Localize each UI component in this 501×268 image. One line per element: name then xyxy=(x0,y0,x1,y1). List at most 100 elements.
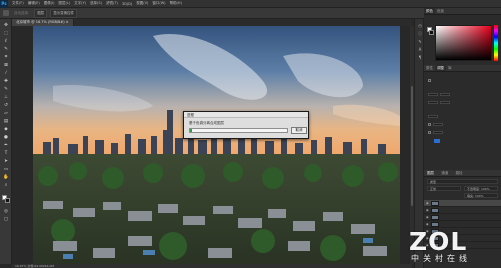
visibility-eye-icon[interactable]: ◉ xyxy=(426,236,429,240)
property-input[interactable] xyxy=(433,122,443,126)
layer-row[interactable]: ◉ xyxy=(424,221,501,228)
tab-properties[interactable]: 属性 xyxy=(424,65,435,71)
menu-filter[interactable]: 滤镜(T) xyxy=(106,1,118,6)
menu-window[interactable]: 窗口(W) xyxy=(152,1,165,6)
layer-row[interactable]: ◉ xyxy=(424,228,501,235)
gradient-icon[interactable]: ▤ xyxy=(3,119,9,124)
layer-row[interactable]: ◉ xyxy=(424,200,501,207)
document-tab[interactable]: 北京城市 @ 16.7% (RGB/8#) × xyxy=(12,19,74,26)
healing-brush-icon[interactable]: ✚ xyxy=(3,79,9,84)
brush-panel-icon[interactable]: ✎ xyxy=(417,39,423,44)
property-row xyxy=(428,92,450,96)
opacity-field[interactable]: 不透明度: 100% xyxy=(464,186,498,191)
color-panel-background[interactable] xyxy=(429,30,434,35)
layers-panel-tabs: 图层 通道 路径 xyxy=(424,170,501,177)
marquee-icon[interactable]: ⬚ xyxy=(3,31,9,36)
property-input[interactable] xyxy=(440,92,450,96)
layer-thumbnail xyxy=(431,207,439,213)
frame-icon[interactable]: ⊠ xyxy=(3,63,9,68)
property-input[interactable] xyxy=(428,92,438,96)
cancel-button[interactable]: 取消 xyxy=(291,127,307,134)
tab-color[interactable]: 颜色 xyxy=(424,8,435,14)
crop-icon[interactable]: ⌗ xyxy=(3,55,9,60)
property-row xyxy=(428,122,443,126)
move-tool-icon[interactable] xyxy=(3,10,9,16)
visibility-eye-icon[interactable]: ◉ xyxy=(426,208,429,212)
paragraph-panel-icon[interactable]: ¶ xyxy=(417,55,423,60)
path-select-icon[interactable]: ➤ xyxy=(3,159,9,164)
quick-mask-icon[interactable]: ◎ xyxy=(3,209,9,214)
type-icon[interactable]: T xyxy=(3,151,9,156)
visibility-eye-icon[interactable]: ◉ xyxy=(426,215,429,219)
eyedropper-icon[interactable]: ⁄ xyxy=(3,71,9,76)
history-brush-icon[interactable]: ↺ xyxy=(3,103,9,108)
pen-icon[interactable]: ✒ xyxy=(3,143,9,148)
progress-bar xyxy=(189,128,288,133)
tab-adjustments[interactable]: 调整 xyxy=(435,65,446,71)
hand-icon[interactable]: ✋ xyxy=(3,175,9,180)
hue-slider[interactable] xyxy=(494,25,498,61)
canvas-area[interactable] xyxy=(12,26,412,264)
dodge-icon[interactable]: ● xyxy=(3,135,9,140)
menu-edit[interactable]: 编辑(E) xyxy=(28,1,40,6)
property-checkbox[interactable] xyxy=(428,122,431,126)
layer-thumbnail xyxy=(431,235,439,241)
move-icon[interactable]: ✥ xyxy=(3,23,9,28)
layer-row[interactable]: ◉ xyxy=(424,242,501,249)
background-color-swatch[interactable] xyxy=(5,198,10,203)
color-panel-tabs: 颜色 色板 xyxy=(424,8,501,15)
menu-select[interactable]: 选择(S) xyxy=(90,1,102,6)
property-input[interactable] xyxy=(433,130,443,134)
property-row xyxy=(428,114,438,118)
menu-3d[interactable]: 3D(D) xyxy=(122,2,132,6)
menu-bar: Ps 文件(F) 编辑(E) 图像(I) 图层(L) 文字(Y) 选择(S) 滤… xyxy=(0,0,501,8)
menu-type[interactable]: 文字(Y) xyxy=(74,1,86,6)
zoom-icon[interactable]: ⌕ xyxy=(3,183,9,188)
brush-icon[interactable]: ✎ xyxy=(3,87,9,92)
tab-channels[interactable]: 通道 xyxy=(438,171,451,175)
menu-view[interactable]: 视图(V) xyxy=(136,1,148,6)
tab-paths[interactable]: 路径 xyxy=(453,171,466,175)
visibility-eye-icon[interactable]: ◉ xyxy=(426,201,429,205)
properties-action-button[interactable] xyxy=(434,139,440,143)
layer-row[interactable]: ◉ xyxy=(424,214,501,221)
layer-thumbnail xyxy=(431,242,439,248)
quick-select-icon[interactable]: ✎ xyxy=(3,47,9,52)
rectangle-icon[interactable]: ▭ xyxy=(3,167,9,172)
clone-stamp-icon[interactable]: ⊥ xyxy=(3,95,9,100)
layer-filter-select[interactable]: 类型 xyxy=(427,179,498,184)
auto-select-label: 自动选择: xyxy=(14,10,30,15)
layer-row[interactable]: ◉ xyxy=(424,235,501,242)
menu-layer[interactable]: 图层(L) xyxy=(58,1,70,6)
menu-image[interactable]: 图像(I) xyxy=(44,1,55,6)
fill-field[interactable]: 填充: 100% xyxy=(464,193,498,198)
layer-row[interactable]: ◉ xyxy=(424,207,501,214)
status-bar: 16.67% 文档:64.0M/64.0M xyxy=(12,264,412,268)
scrollbar-thumb[interactable] xyxy=(411,86,413,206)
character-panel-icon[interactable]: A xyxy=(417,47,423,52)
property-input[interactable] xyxy=(428,114,438,118)
screen-mode-icon[interactable]: ▢ xyxy=(3,217,9,222)
visibility-eye-icon[interactable]: ◉ xyxy=(426,229,429,233)
menu-help[interactable]: 帮助(H) xyxy=(170,1,182,6)
blend-mode-select[interactable]: 正常 xyxy=(427,186,461,191)
tab-libraries[interactable]: 库 xyxy=(446,65,454,71)
info-panel-icon[interactable]: ⓘ xyxy=(417,31,423,36)
blur-icon[interactable]: ◆ xyxy=(3,127,9,132)
lasso-icon[interactable]: ℓ xyxy=(3,39,9,44)
property-checkbox[interactable] xyxy=(428,130,431,134)
visibility-eye-icon[interactable]: ◉ xyxy=(426,222,429,226)
menu-file[interactable]: 文件(F) xyxy=(12,1,24,6)
document-tab-bar: 北京城市 @ 16.7% (RGB/8#) × xyxy=(12,19,412,26)
eraser-icon[interactable]: ▱ xyxy=(3,111,9,116)
color-picker-field[interactable] xyxy=(435,25,492,61)
property-input[interactable] xyxy=(440,100,450,104)
tab-swatches[interactable]: 色板 xyxy=(435,8,446,14)
property-checkbox[interactable] xyxy=(428,78,431,82)
visibility-eye-icon[interactable]: ◉ xyxy=(426,243,429,247)
show-transform-controls[interactable]: 显示变换控件 xyxy=(50,8,78,18)
history-panel-icon[interactable]: ◷ xyxy=(417,23,423,28)
tab-layers[interactable]: 图层 xyxy=(424,171,437,175)
property-input[interactable] xyxy=(428,100,438,104)
auto-select-target[interactable]: 图层 xyxy=(34,8,48,18)
